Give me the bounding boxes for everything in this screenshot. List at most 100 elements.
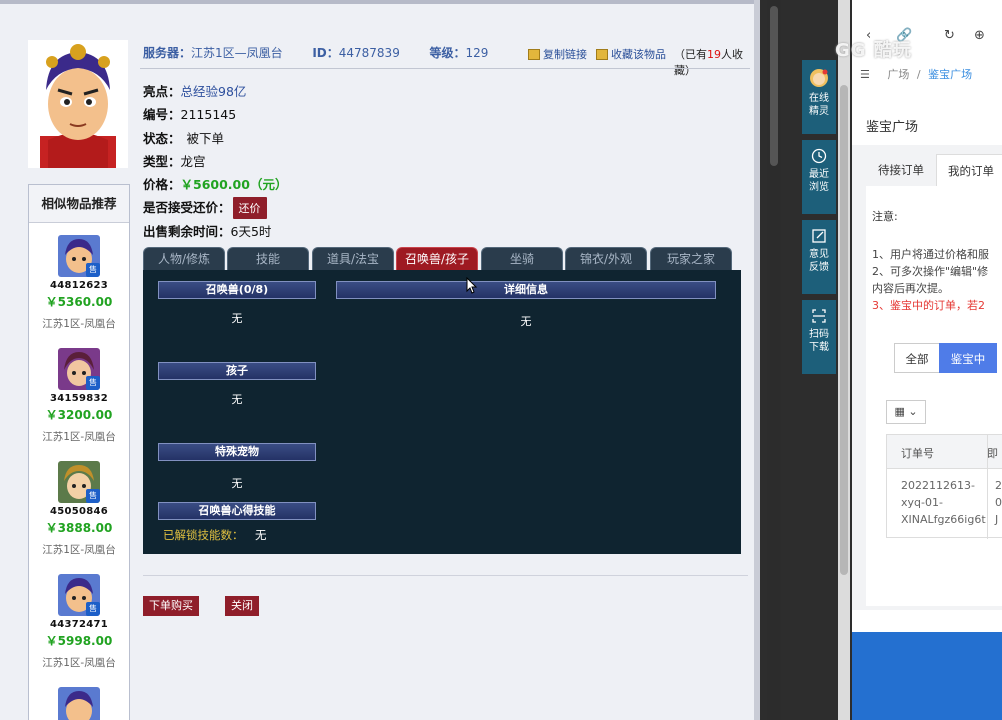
appraisal-browser-panel: ‹ 🔗 ↻ ⊕ ☰ 广场 / 鉴宝广场 鉴宝广场 待接订单 我的订单 注意: 1… (852, 0, 1002, 720)
similar-item-thumb[interactable]: 售 (58, 574, 100, 616)
recent-views-label: 最近浏览 (809, 169, 829, 193)
feedback-label: 意见反馈 (809, 249, 829, 273)
clock-icon (811, 148, 827, 164)
note-3: 3、鉴宝中的订单，若2 (872, 299, 985, 312)
globe-icon[interactable]: ⊕ (974, 28, 985, 43)
similar-item-thumb[interactable] (58, 687, 100, 720)
copy-link[interactable]: 复制链接 (528, 46, 587, 62)
orders-table: 订单号 即 2022112613- xyq-01- XINALfgz66ig6t… (886, 434, 1002, 539)
buy-button[interactable]: 下单购买 (143, 596, 199, 616)
status-row: 状态： 被下单 (143, 128, 224, 147)
recent-views-button[interactable]: 最近浏览 (802, 140, 836, 214)
scan-download-label: 扫码下载 (809, 329, 829, 353)
tab-summons[interactable]: 召唤兽/孩子 (396, 247, 478, 271)
main-scrollbar-thumb[interactable] (770, 6, 778, 166)
tab-pending-orders[interactable]: 待接订单 (866, 154, 936, 186)
copy-link-label: 复制链接 (543, 48, 587, 61)
detail-value: 无 (520, 315, 532, 328)
breadcrumb-current[interactable]: 鉴宝广场 (928, 68, 972, 81)
close-button[interactable]: 关闭 (225, 596, 259, 616)
unlocked-skills-label: 已解锁技能数： (163, 528, 244, 542)
status-label: 状态： (143, 131, 181, 146)
tab-items[interactable]: 道具/法宝 (312, 247, 394, 271)
main-scrollbar[interactable] (767, 0, 781, 720)
side-toolbar: 在线精灵 最近浏览 意见反馈 扫码下载 (802, 60, 836, 375)
similar-items-panel: 相似物品推荐 售 44812623 ￥5360.00 江苏1区-凤凰台 售 34… (28, 184, 130, 720)
similar-item[interactable]: 售 44372471 ￥5998.00 江苏1区-凤凰台 (29, 574, 129, 670)
fav-count-prefix: （已有 (674, 48, 707, 61)
similar-item[interactable]: 售 34159832 ￥3200.00 江苏1区-凤凰台 (29, 348, 129, 444)
note-2-continued: 内容后再次提。 (872, 282, 949, 295)
highlight-label: 亮点： (143, 84, 181, 99)
level-label: 等级： (429, 46, 466, 60)
similar-item[interactable]: 售 44812623 ￥5360.00 江苏1区-凤凰台 (29, 235, 129, 331)
order-number-line-2: xyq-01- (901, 496, 943, 509)
column-divider (987, 435, 988, 539)
similar-item[interactable]: 售 45050846 ￥3888.00 江苏1区-凤凰台 (29, 461, 129, 557)
for-sale-badge: 售 (86, 263, 100, 277)
similar-item-thumb[interactable]: 售 (58, 461, 100, 503)
similar-item-thumb[interactable]: 售 (58, 235, 100, 277)
summon-skills-title-bar: 召唤兽心得技能 (158, 502, 316, 520)
filter-appraising-button[interactable]: 鉴宝中 (939, 343, 997, 373)
breadcrumb: ☰ 广场 / 鉴宝广场 (860, 66, 972, 82)
watermark-logo: GG 酷玩 (835, 40, 912, 61)
similar-item-id: 44372471 (49, 619, 109, 630)
refresh-icon[interactable]: ↻ (944, 28, 955, 43)
second-col-line-2: 0 (995, 496, 1002, 509)
favorite-count: （已有19人收藏） (674, 46, 754, 78)
favorite-link[interactable]: 收藏该物品 (596, 46, 666, 62)
breadcrumb-home[interactable]: 广场 (887, 68, 909, 81)
similar-item-server: 江苏1区-凤凰台 (42, 318, 116, 330)
price-label: 价格： (143, 177, 181, 192)
type-value: 龙宫 (180, 154, 206, 169)
for-sale-badge: 售 (86, 376, 100, 390)
mouse-cursor-icon (466, 277, 478, 294)
filter-all-button[interactable]: 全部 (894, 343, 940, 373)
online-assistant-label: 在线精灵 (809, 93, 829, 117)
counter-offer-label: 是否接受还价： (143, 200, 231, 215)
scan-download-button[interactable]: 扫码下载 (802, 300, 836, 374)
tab-mounts[interactable]: 坐骑 (481, 247, 563, 271)
tab-appearance[interactable]: 锦衣/外观 (565, 247, 647, 271)
number-label: 编号： (143, 107, 181, 122)
price-value: ￥5600.00（元） (180, 177, 288, 192)
appraisal-page: ‹ 🔗 ↻ ⊕ ☰ 广场 / 鉴宝广场 鉴宝广场 待接订单 我的订单 注意: 1… (852, 0, 1002, 632)
similar-item-id: 34159832 (49, 393, 109, 404)
secondary-scrollbar-thumb[interactable] (840, 85, 848, 575)
special-pet-value: 无 (231, 477, 243, 490)
fav-count-number: 19 (707, 48, 721, 61)
menu-icon[interactable]: ☰ (860, 68, 870, 81)
favorite-link-label: 收藏该物品 (611, 48, 666, 61)
secondary-scrollbar[interactable] (838, 0, 850, 720)
tab-player-home[interactable]: 玩家之家 (650, 247, 732, 271)
tab-skills[interactable]: 技能 (227, 247, 309, 271)
similar-item-thumb[interactable]: 售 (58, 348, 100, 390)
special-pet-title-bar: 特殊宠物 (158, 443, 316, 461)
level-value: 129 (465, 46, 489, 60)
counter-offer-row: 是否接受还价： 还价 (143, 197, 267, 219)
id-label: ID： (312, 46, 339, 60)
status-value: 被下单 (186, 131, 225, 146)
for-sale-badge: 售 (86, 602, 100, 616)
similar-item-price: ￥3200.00 (45, 408, 113, 422)
unlocked-skills-value: 无 (255, 528, 267, 542)
similar-item[interactable] (29, 687, 129, 720)
online-assistant-button[interactable]: 在线精灵 (802, 60, 836, 134)
column-settings-button[interactable]: ▦ ⌄ (886, 400, 926, 424)
note-2: 2、可多次操作"编辑"修 (872, 265, 989, 278)
child-title-bar: 孩子 (158, 362, 316, 380)
notes-title: 注意: (872, 210, 898, 223)
tab-my-orders[interactable]: 我的订单 (936, 154, 1002, 186)
character-portrait-icon (28, 40, 128, 168)
item-detail-content: 相似物品推荐 售 44812623 ￥5360.00 江苏1区-凤凰台 售 34… (0, 0, 754, 720)
page-title: 鉴宝广场 (866, 120, 919, 135)
edit-icon (812, 229, 826, 243)
tab-character[interactable]: 人物/修炼 (143, 247, 225, 271)
character-avatar (28, 40, 128, 168)
detail-title-bar: 详细信息 (336, 281, 716, 299)
similar-item-server: 江苏1区-凤凰台 (42, 431, 116, 443)
counter-offer-button[interactable]: 还价 (232, 197, 267, 219)
second-col-line-3: J (995, 513, 999, 526)
feedback-button[interactable]: 意见反馈 (802, 220, 836, 294)
